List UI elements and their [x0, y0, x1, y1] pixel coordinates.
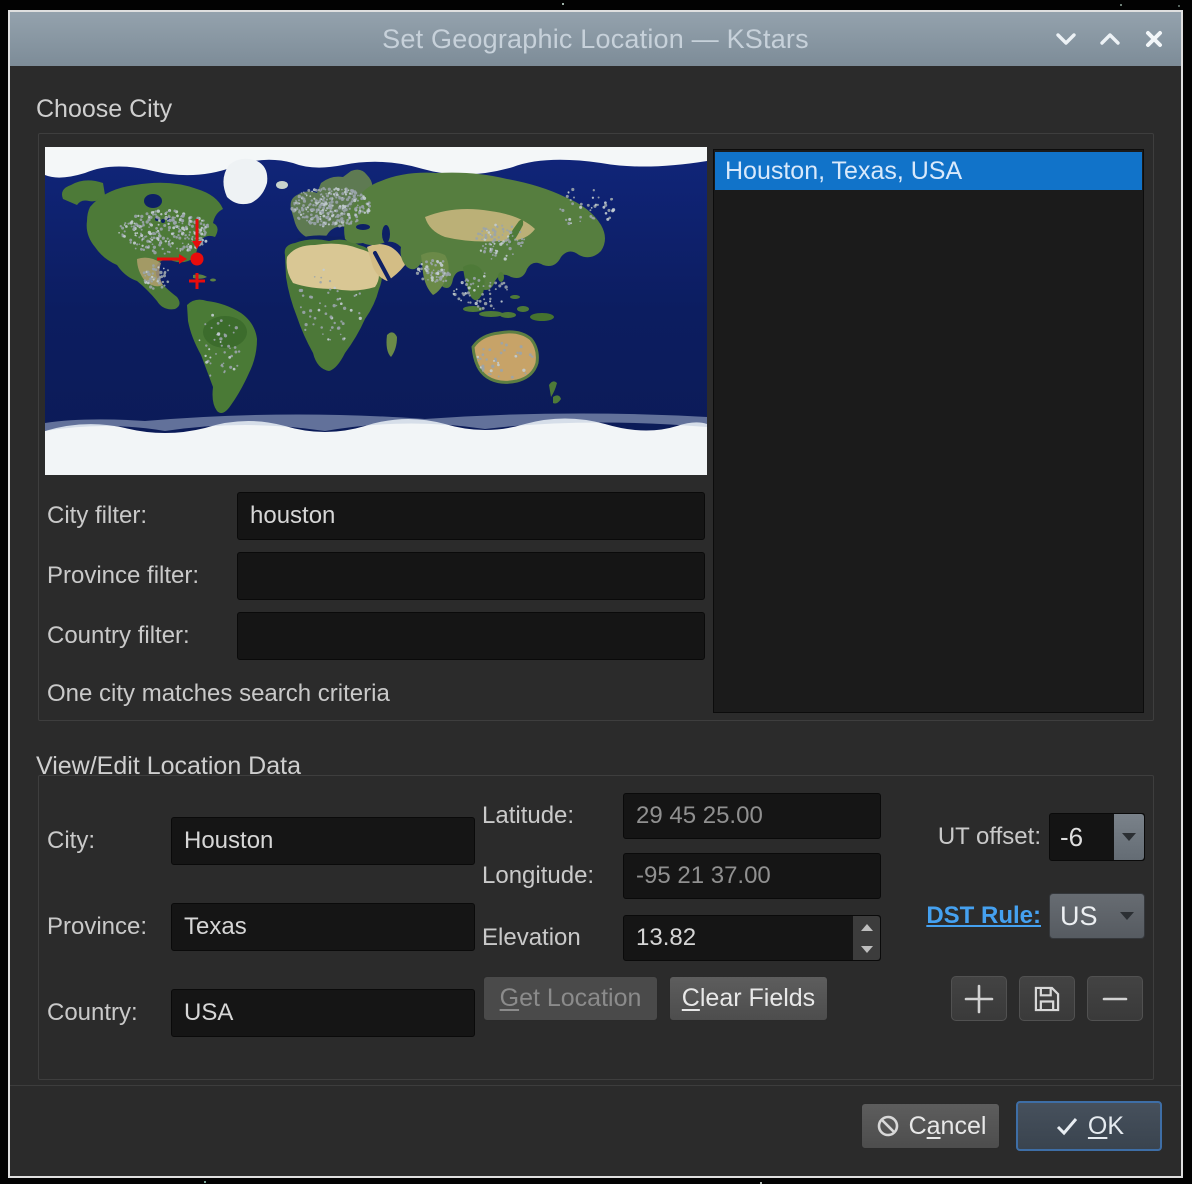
longitude-label: Longitude:	[482, 862, 595, 889]
minus-icon	[1102, 997, 1128, 1000]
triangle-down-icon	[860, 945, 873, 953]
window-title: Set Geographic Location — KStars	[382, 23, 809, 54]
window-titlebar[interactable]: Set Geographic Location — KStars	[10, 12, 1181, 66]
city-input[interactable]	[171, 817, 475, 865]
set-geographic-location-dialog: Set Geographic Location — KStars Choose …	[8, 10, 1183, 1178]
chevron-up-icon	[1100, 33, 1120, 45]
elevation-decrement-button[interactable]	[853, 938, 880, 960]
world-map[interactable]	[45, 147, 707, 475]
location-data-group: City: Province: Country: Latitude: Longi…	[38, 775, 1154, 1080]
province-filter-label: Province filter:	[47, 562, 200, 589]
cancel-button[interactable]: Cancel	[861, 1103, 1000, 1149]
triangle-down-icon	[1120, 912, 1134, 920]
ut-offset-combobox[interactable]	[1049, 813, 1145, 861]
minimize-button[interactable]	[1055, 28, 1077, 50]
ok-button[interactable]: OK	[1016, 1101, 1162, 1151]
city-label: City:	[47, 827, 95, 854]
choose-city-group: Houston, Texas, USA City filter: Provinc…	[38, 133, 1154, 721]
save-city-button[interactable]	[1019, 976, 1075, 1021]
ut-offset-input[interactable]	[1050, 814, 1114, 860]
latitude-label: Latitude:	[482, 802, 575, 829]
save-icon	[1034, 986, 1060, 1011]
country-filter-label: Country filter:	[47, 622, 190, 649]
dst-rule-combobox[interactable]: US	[1049, 893, 1145, 939]
remove-city-button[interactable]	[1087, 976, 1143, 1021]
elevation-spinbox	[623, 915, 881, 961]
triangle-up-icon	[860, 923, 873, 931]
elevation-increment-button[interactable]	[853, 916, 880, 938]
get-location-button: Get Location	[483, 976, 658, 1021]
world-map-image	[45, 147, 707, 475]
match-status: One city matches search criteria	[47, 680, 390, 707]
country-input[interactable]	[171, 989, 475, 1037]
province-label: Province:	[47, 913, 148, 940]
latitude-input	[623, 793, 881, 839]
choose-city-title: Choose City	[36, 95, 173, 123]
country-label: Country:	[47, 999, 138, 1026]
chevron-down-icon	[1056, 33, 1076, 45]
elevation-input[interactable]	[623, 915, 881, 961]
maximize-button[interactable]	[1099, 28, 1121, 50]
city-list-item-selected[interactable]: Houston, Texas, USA	[715, 152, 1142, 190]
clear-fields-button[interactable]: Clear Fields	[669, 976, 828, 1021]
elevation-label: Elevation	[482, 924, 581, 951]
city-list[interactable]: Houston, Texas, USA	[713, 149, 1144, 713]
country-filter-input[interactable]	[237, 612, 705, 660]
cancel-icon	[877, 1115, 898, 1137]
city-filter-input[interactable]	[237, 492, 705, 540]
longitude-input	[623, 853, 881, 899]
button-box-separator	[10, 1085, 1181, 1086]
dst-rule-link[interactable]: DST Rule:	[897, 893, 1041, 939]
plus-icon	[964, 984, 994, 1013]
add-city-button[interactable]	[951, 976, 1007, 1021]
close-icon	[1146, 31, 1162, 47]
ut-offset-dropdown-button[interactable]	[1114, 814, 1144, 860]
check-icon	[1056, 1118, 1078, 1136]
province-input[interactable]	[171, 903, 475, 951]
ut-offset-label: UT offset:	[937, 823, 1041, 850]
city-filter-label: City filter:	[47, 502, 148, 529]
triangle-down-icon	[1122, 833, 1136, 841]
dst-rule-value: US	[1060, 900, 1098, 931]
close-button[interactable]	[1143, 28, 1165, 50]
province-filter-input[interactable]	[237, 552, 705, 600]
